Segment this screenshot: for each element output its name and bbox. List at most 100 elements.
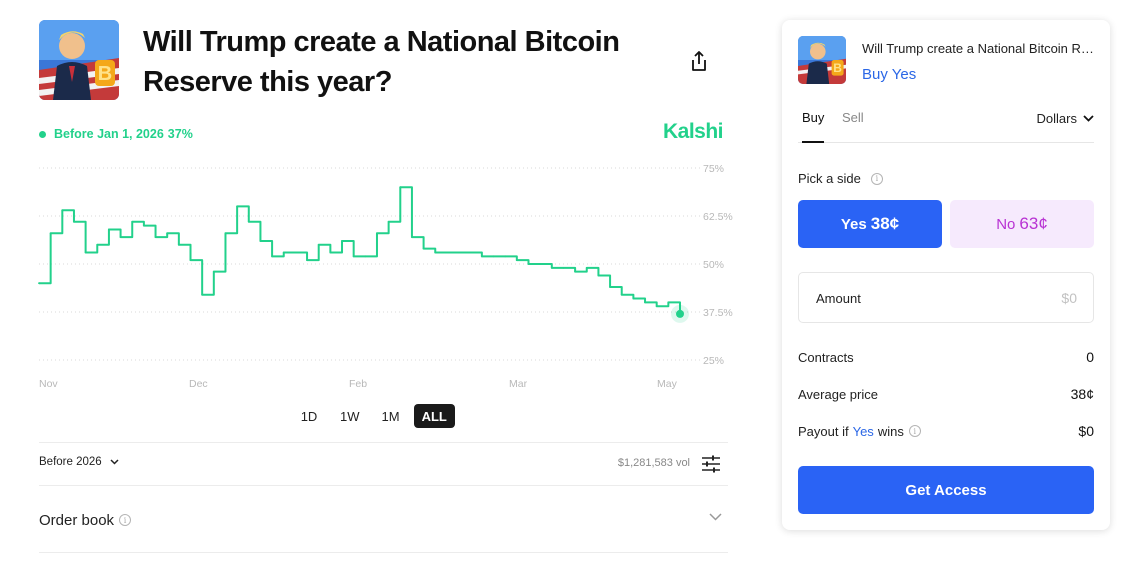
- filter-button[interactable]: [700, 454, 722, 474]
- data-point: [399, 186, 402, 189]
- data-point: [434, 251, 437, 254]
- no-label: No: [996, 215, 1016, 233]
- data-point: [96, 243, 99, 246]
- data-point: [387, 220, 390, 223]
- data-point: [142, 224, 145, 227]
- data-point: [271, 255, 273, 258]
- panel-market-title: Will Trump create a National Bitcoin Res…: [862, 41, 1097, 56]
- data-point: [259, 240, 262, 242]
- range-1d-button[interactable]: 1D: [292, 404, 326, 428]
- sliders-icon: [702, 455, 720, 473]
- data-point: [655, 305, 658, 308]
- svg-text:B: B: [833, 61, 842, 75]
- data-point: [73, 220, 75, 223]
- x-tick-label: Feb: [349, 378, 367, 390]
- data-point: [376, 232, 378, 235]
- data-point: [504, 255, 507, 258]
- payout-row: Payout if Yes wins i $0: [798, 423, 1094, 439]
- y-tick-label: 62.5%: [703, 211, 733, 223]
- x-tick-label: Nov: [39, 378, 58, 390]
- info-icon[interactable]: i: [908, 425, 921, 437]
- buy-no-button[interactable]: No 63¢: [950, 200, 1094, 248]
- data-point: [38, 282, 40, 285]
- tab-sell[interactable]: Sell: [842, 110, 864, 143]
- data-point: [352, 255, 355, 258]
- data-point: [154, 236, 157, 239]
- chevron-down-icon: [1083, 115, 1094, 122]
- series-line: [39, 186, 681, 314]
- data-point: [562, 266, 565, 269]
- divider: [39, 552, 728, 553]
- unit-select[interactable]: Dollars: [1037, 111, 1094, 126]
- x-tick-label: Mar: [509, 378, 528, 390]
- data-point: [317, 243, 320, 246]
- data-point: [212, 270, 215, 273]
- data-point: [364, 255, 367, 258]
- buy-yes-button[interactable]: Yes 38¢: [798, 200, 942, 248]
- contracts-value: 0: [1086, 349, 1094, 365]
- amount-input[interactable]: [957, 288, 1077, 308]
- payout-value: $0: [1078, 423, 1094, 439]
- y-tick-label: 25%: [703, 355, 724, 367]
- data-point: [480, 255, 483, 258]
- panel-thumbnail-art: B: [798, 36, 846, 84]
- payout-suffix: wins: [877, 423, 904, 439]
- range-selector: 1D 1W 1M ALL: [292, 404, 455, 428]
- data-point: [236, 205, 239, 208]
- data-point: [574, 270, 577, 273]
- outcome-select-label: Before 2026: [39, 456, 102, 468]
- contracts-row: Contracts 0: [798, 349, 1094, 365]
- y-tick-label: 37.5%: [703, 307, 733, 319]
- data-point: [341, 240, 343, 242]
- data-point: [224, 232, 227, 235]
- data-point: [469, 251, 472, 254]
- average-price-value: 38¢: [1070, 386, 1094, 402]
- chevron-down-icon: [709, 513, 722, 521]
- divider: [39, 485, 728, 486]
- info-icon: i: [119, 514, 132, 526]
- data-point: [515, 259, 518, 262]
- contracts-label: Contracts: [798, 349, 854, 365]
- y-tick-label: 50%: [703, 259, 724, 271]
- data-point: [49, 232, 52, 235]
- amount-field[interactable]: Amount: [798, 272, 1094, 323]
- pick-side-label: Pick a side i: [798, 171, 883, 186]
- range-1w-button[interactable]: 1W: [332, 404, 368, 428]
- data-point: [189, 259, 192, 262]
- info-icon[interactable]: i: [870, 172, 883, 185]
- x-tick-label: May: [657, 378, 678, 390]
- data-point: [620, 293, 623, 296]
- current-point: [676, 309, 684, 318]
- data-point: [644, 301, 646, 304]
- data-point: [131, 220, 134, 223]
- range-all-button[interactable]: ALL: [413, 404, 455, 428]
- yes-label: Yes: [840, 215, 867, 233]
- divider: [39, 442, 728, 443]
- data-point: [597, 274, 600, 277]
- data-point: [247, 220, 250, 223]
- payout-label: Payout if Yes wins i: [798, 424, 921, 439]
- data-point: [539, 263, 542, 265]
- data-point: [119, 236, 122, 239]
- data-point: [282, 251, 285, 254]
- tab-buy[interactable]: Buy: [802, 110, 825, 143]
- price-chart[interactable]: 75% 62.5% 50% 37.5% 25% Nov Dec Feb Mar May: [0, 0, 760, 400]
- volume-label: $1,281,583 vol: [617, 457, 690, 469]
- payout-yes: Yes: [852, 423, 874, 439]
- outcome-select[interactable]: Before 2026: [39, 456, 119, 468]
- panel-thumbnail: B: [798, 36, 846, 84]
- amount-label: Amount: [816, 291, 861, 306]
- data-point: [457, 251, 460, 254]
- data-point: [329, 251, 332, 254]
- order-book-toggle[interactable]: Order book i: [39, 505, 728, 535]
- data-point: [201, 293, 204, 296]
- data-point: [411, 236, 413, 239]
- order-book-label: Order book: [39, 511, 115, 529]
- data-point: [550, 266, 553, 269]
- data-point: [306, 259, 308, 262]
- y-tick-label: 75%: [703, 163, 724, 175]
- range-1m-button[interactable]: 1M: [374, 404, 408, 428]
- data-point: [84, 251, 87, 254]
- payout-prefix: Payout if: [798, 423, 849, 439]
- get-access-button[interactable]: Get Access: [798, 466, 1094, 514]
